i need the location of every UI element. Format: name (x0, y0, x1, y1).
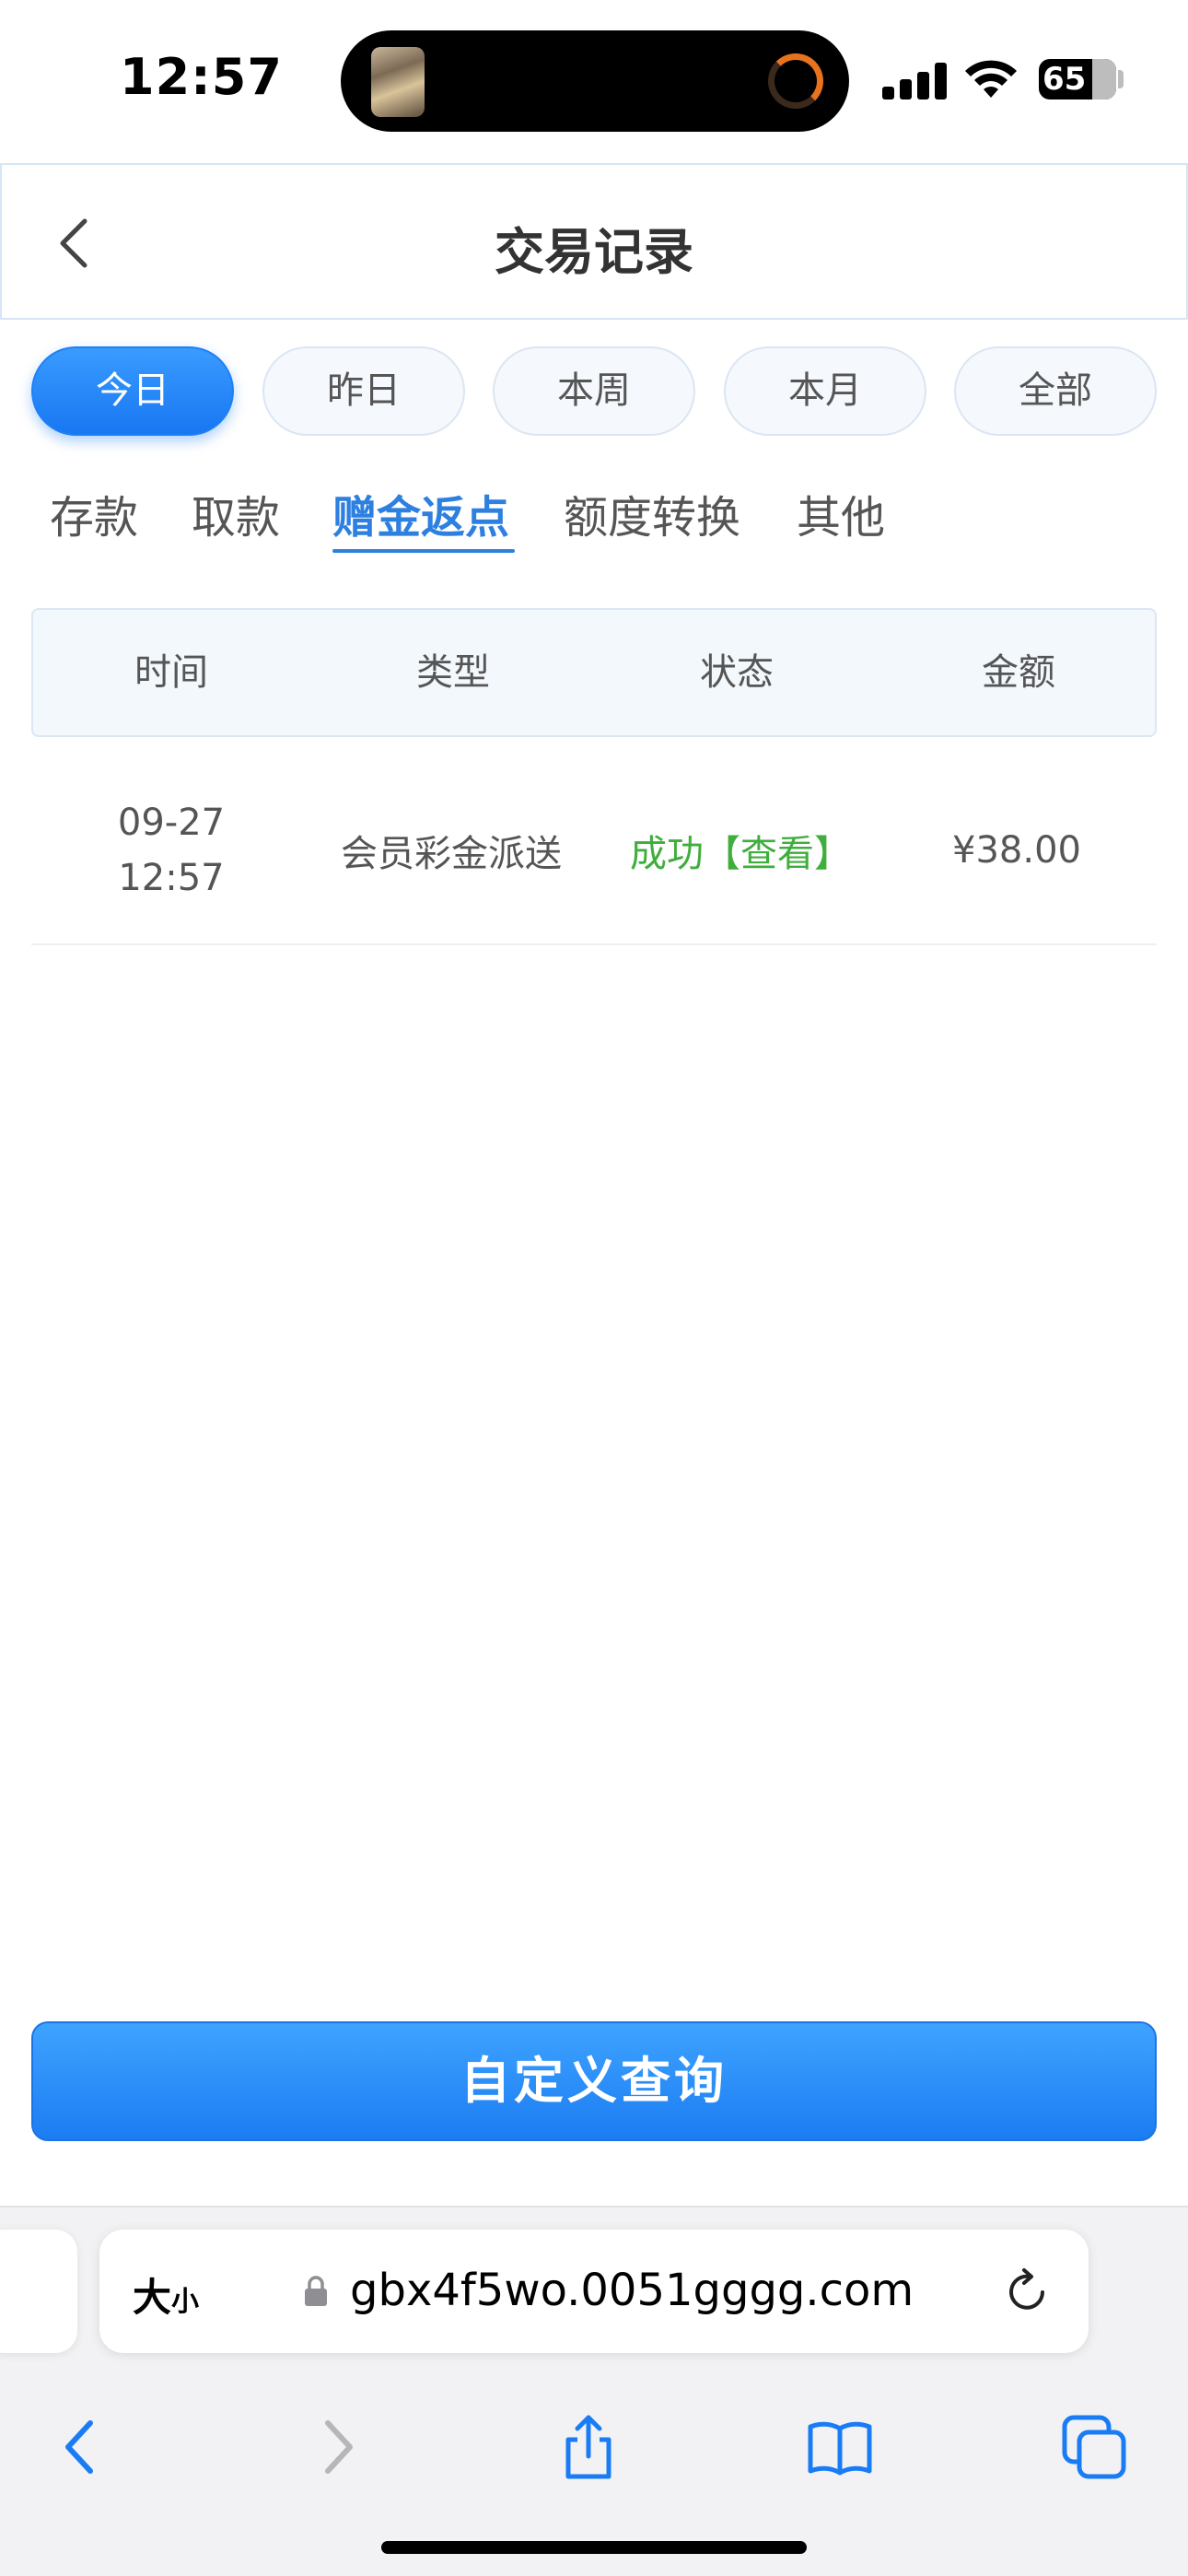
date-filter-all[interactable]: 全部 (954, 346, 1157, 436)
share-icon[interactable] (555, 2414, 622, 2480)
text-size-button[interactable]: 大小 (133, 2266, 199, 2323)
page-title: 交易记录 (495, 223, 693, 281)
wifi-icon (965, 60, 1017, 98)
text-size-large: 大 (133, 2275, 172, 2320)
column-header-time: 时间 (134, 651, 208, 694)
date-filter-this-month[interactable]: 本月 (724, 346, 926, 436)
activity-ring-icon (768, 53, 823, 109)
row-date: 09-27 (117, 802, 226, 844)
status-time: 12:57 (120, 48, 283, 106)
reload-icon[interactable] (1002, 2266, 1052, 2316)
custom-query-button[interactable]: 自定义查询 (31, 2021, 1157, 2141)
status-bar: 12:57 65 (0, 0, 1188, 161)
dynamic-island (341, 30, 849, 132)
row-time: 12:57 (118, 857, 225, 899)
column-header-status: 状态 (700, 651, 774, 694)
previous-tab-card[interactable] (0, 2230, 77, 2353)
browser-bottom-bar: 大小 gbx4f5wo.0051gggg.com (0, 2206, 1188, 2576)
row-amount: ¥38.00 (952, 829, 1081, 872)
tab-balance-transfer[interactable]: 额度转换 (564, 481, 740, 545)
battery-icon: 65 (1039, 59, 1116, 100)
text-size-small: 小 (171, 2286, 200, 2318)
home-indicator[interactable] (381, 2541, 807, 2554)
column-header-amount: 金额 (982, 651, 1055, 694)
row-status: 成功 (630, 833, 704, 875)
tab-withdraw[interactable]: 取款 (192, 481, 280, 545)
battery-nub (1118, 70, 1124, 88)
tab-deposit[interactable]: 存款 (50, 481, 138, 545)
date-filter-yesterday[interactable]: 昨日 (262, 346, 465, 436)
tab-other[interactable]: 其他 (797, 481, 885, 545)
bookmarks-icon[interactable] (807, 2414, 873, 2480)
category-tabs: 存款 取款 赠金返点 额度转换 其他 (0, 472, 1188, 560)
row-status-cell: 成功 【查看】 (602, 755, 879, 945)
date-filter-group: 今日 昨日 本周 本月 全部 (31, 346, 1157, 436)
browser-forward-icon[interactable] (304, 2414, 370, 2480)
view-detail-link[interactable]: 【查看】 (704, 824, 851, 877)
address-bar[interactable]: 大小 gbx4f5wo.0051gggg.com (99, 2230, 1089, 2353)
cellular-signal-icon (882, 63, 947, 100)
browser-toolbar (0, 2388, 1188, 2508)
tabs-icon[interactable] (1061, 2414, 1127, 2480)
now-playing-thumbnail (371, 47, 425, 117)
tab-bonus-rebate[interactable]: 赠金返点 (332, 481, 509, 545)
lock-icon (305, 2276, 327, 2306)
date-filter-today[interactable]: 今日 (31, 346, 234, 436)
app-header: 交易记录 (0, 163, 1188, 320)
battery-level: 65 (1042, 61, 1087, 98)
row-time-cell: 09-27 12:57 (31, 755, 311, 945)
active-tab-underline (332, 549, 515, 553)
date-filter-this-week[interactable]: 本周 (493, 346, 695, 436)
url-text[interactable]: gbx4f5wo.0051gggg.com (350, 2265, 914, 2316)
page: 12:57 65 交易记录 今日 昨日 本周 本月 全部 存款 取款 赠金返点 … (0, 0, 1188, 2576)
table-row: 09-27 12:57 会员彩金派送 成功 【查看】 ¥38.00 (31, 755, 1157, 945)
browser-back-icon[interactable] (48, 2414, 114, 2480)
row-type: 会员彩金派送 (341, 833, 562, 875)
table-header: 时间 类型 状态 金额 (31, 608, 1157, 737)
column-header-type: 类型 (416, 651, 490, 694)
